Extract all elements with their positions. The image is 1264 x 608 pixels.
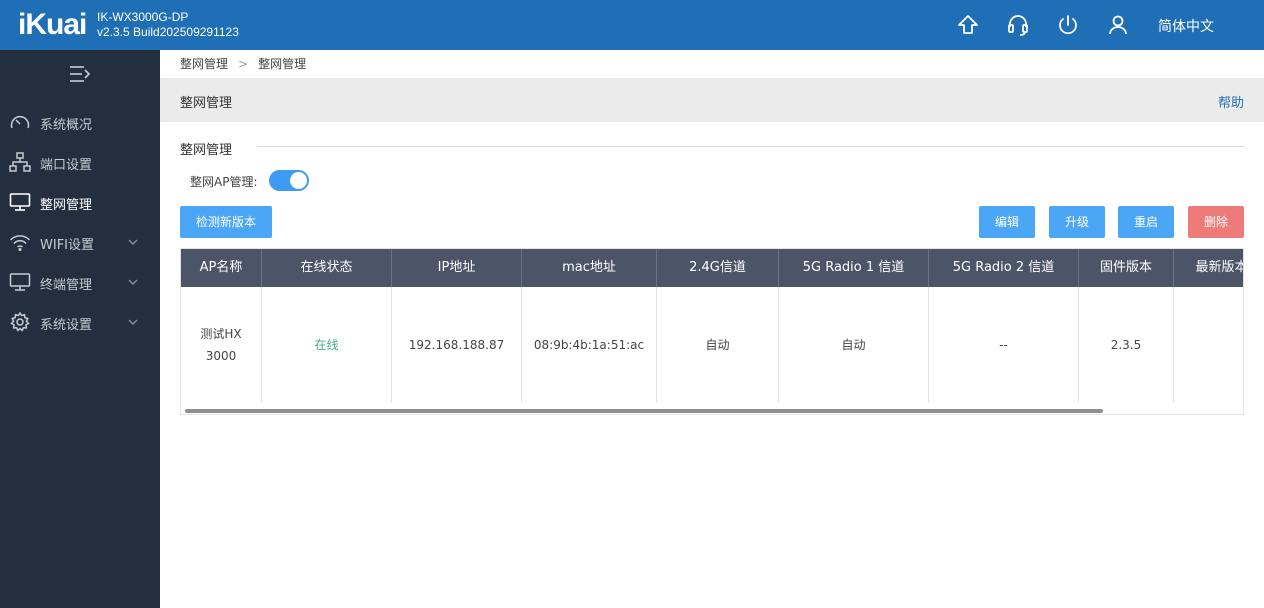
help-link[interactable]: 帮助 (1218, 92, 1244, 111)
ap-name-line: 3000 (205, 349, 237, 363)
column-header-2g-channel[interactable]: 2.4G信道 (657, 249, 779, 287)
ikuai-logo: iKuai (18, 8, 87, 41)
column-header-mac-address[interactable]: mac地址 (522, 249, 657, 287)
chevron-down-icon (127, 276, 139, 288)
firmware-build: v2.3.5 Build202509291123 (97, 25, 239, 39)
ap-name-line: 测试HX (200, 327, 242, 341)
cell-latest-version (1174, 287, 1243, 403)
breadcrumb-current: 整网管理 (258, 57, 307, 71)
dashboard-gauge-icon (9, 112, 31, 132)
page-title-bar: 整网管理 帮助 (160, 78, 1264, 122)
cell-online-status: 在线 (262, 287, 392, 403)
upgrade-icon[interactable] (956, 13, 980, 37)
wifi-icon (9, 232, 31, 252)
ap-management-label: 整网AP管理: (190, 175, 258, 189)
sidebar-item-port-settings[interactable]: 端口设置 (0, 142, 160, 182)
cell-5g-radio1-channel: 自动 (779, 287, 929, 403)
power-icon[interactable] (1056, 13, 1080, 37)
cell-5g-radio2-channel: -- (929, 287, 1079, 403)
top-header: iKuai IK-WX3000G-DP v2.3.5 Build20250929… (0, 0, 1264, 50)
cell-ip-address: 192.168.188.87 (392, 287, 522, 403)
ap-table: AP名称 在线状态 IP地址 mac地址 2.4G信道 5G Radio 1 信… (180, 248, 1244, 415)
menu-collapse-icon[interactable] (68, 64, 92, 84)
edit-button[interactable]: 编辑 (979, 206, 1035, 238)
toggle-knob (290, 172, 307, 189)
cell-2g-channel: 自动 (657, 287, 779, 403)
device-info: IK-WX3000G-DP v2.3.5 Build202509291123 (97, 10, 239, 40)
column-header-online-status[interactable]: 在线状态 (262, 249, 392, 287)
network-topology-icon (9, 152, 31, 172)
column-header-ip-address[interactable]: IP地址 (392, 249, 522, 287)
sidebar-item-system-overview[interactable]: 系统概况 (0, 102, 160, 142)
table-header: AP名称 在线状态 IP地址 mac地址 2.4G信道 5G Radio 1 信… (181, 249, 1243, 287)
sidebar-item-label: 终端管理 (40, 278, 93, 293)
headset-support-icon[interactable] (1006, 13, 1030, 37)
section-divider (257, 146, 1244, 147)
check-new-version-button[interactable]: 检测新版本 (180, 206, 272, 238)
breadcrumb-root[interactable]: 整网管理 (180, 57, 228, 71)
section-title: 整网管理 (180, 143, 233, 158)
breadcrumb-separator: > (238, 57, 249, 71)
chevron-down-icon (127, 236, 139, 248)
ap-management-toggle[interactable] (269, 170, 309, 191)
user-icon[interactable] (1106, 13, 1130, 37)
monitor-icon (9, 192, 31, 212)
sidebar: 系统概况 端口设置 整网管理 WIFI设置 终端管理 系统设置 (0, 50, 160, 608)
sidebar-item-network-management[interactable]: 整网管理 (0, 182, 160, 222)
language-selector[interactable]: 简体中文 (1158, 16, 1214, 36)
terminal-monitor-icon (9, 272, 31, 292)
chevron-down-icon (127, 316, 139, 328)
sidebar-item-label: WIFI设置 (40, 238, 94, 253)
column-header-ap-name[interactable]: AP名称 (181, 249, 262, 287)
sidebar-item-system-settings[interactable]: 系统设置 (0, 302, 160, 342)
restart-button[interactable]: 重启 (1118, 206, 1174, 238)
column-header-latest-version[interactable]: 最新版本 (1174, 249, 1243, 287)
delete-button[interactable]: 删除 (1188, 206, 1244, 238)
column-header-firmware-version[interactable]: 固件版本 (1079, 249, 1174, 287)
sidebar-item-wifi-settings[interactable]: WIFI设置 (0, 222, 160, 262)
sidebar-item-label: 系统概况 (40, 118, 93, 133)
horizontal-scrollbar[interactable] (185, 409, 1103, 413)
breadcrumb: 整网管理 > 整网管理 (180, 55, 306, 72)
cell-mac-address: 08:9b:4b:1a:51:ac (522, 287, 657, 403)
device-model: IK-WX3000G-DP (97, 10, 189, 24)
cell-firmware-version: 2.3.5 (1079, 287, 1174, 403)
column-header-5g-radio2-channel[interactable]: 5G Radio 2 信道 (929, 249, 1079, 287)
page-title: 整网管理 (180, 96, 233, 111)
sidebar-item-label: 整网管理 (40, 198, 93, 213)
column-header-5g-radio1-channel[interactable]: 5G Radio 1 信道 (779, 249, 929, 287)
table-row[interactable]: 测试HX 3000 在线 192.168.188.87 08:9b:4b:1a:… (181, 287, 1243, 403)
cell-ap-name: 测试HX 3000 (181, 287, 262, 403)
upgrade-button[interactable]: 升级 (1049, 206, 1105, 238)
gear-icon (9, 311, 31, 332)
sidebar-item-label: 系统设置 (40, 318, 93, 333)
sidebar-item-label: 端口设置 (40, 158, 93, 173)
sidebar-item-terminal-management[interactable]: 终端管理 (0, 262, 160, 302)
